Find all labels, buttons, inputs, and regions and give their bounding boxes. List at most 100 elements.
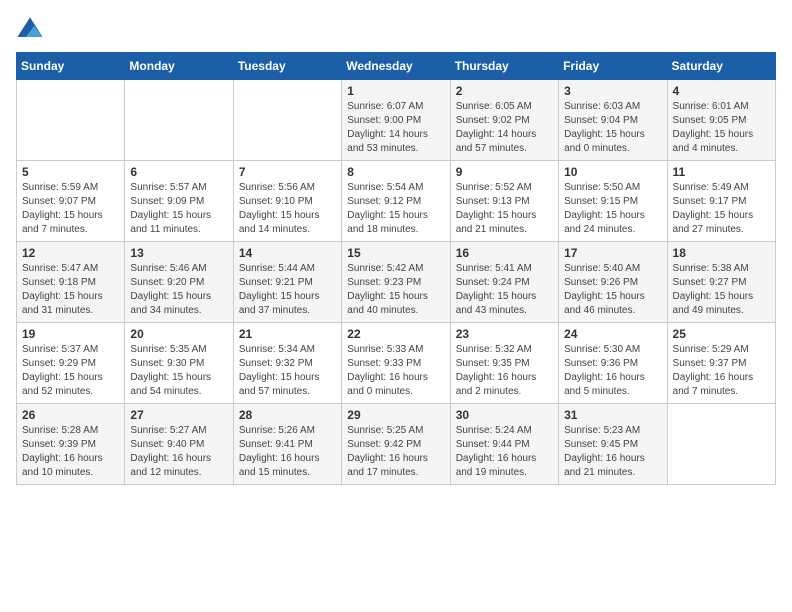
day-info: Sunrise: 5:37 AM Sunset: 9:29 PM Dayligh…: [22, 343, 119, 399]
day-number: 22: [347, 327, 444, 341]
header-cell-monday: Monday: [125, 53, 233, 80]
header-cell-sunday: Sunday: [17, 53, 125, 80]
day-number: 27: [130, 408, 227, 422]
day-cell: 28 Sunrise: 5:26 AM Sunset: 9:41 PM Dayli…: [233, 404, 341, 485]
day-number: 19: [22, 327, 119, 341]
day-number: 13: [130, 246, 227, 260]
day-info: Sunrise: 5:49 AM Sunset: 9:17 PM Dayligh…: [673, 181, 770, 237]
day-info: Sunrise: 5:27 AM Sunset: 9:40 PM Dayligh…: [130, 424, 227, 480]
day-cell: 17Sunrise: 5:40 AM Sunset: 9:26 PM Dayli…: [559, 242, 667, 323]
header: [16, 16, 776, 44]
header-cell-wednesday: Wednesday: [342, 53, 450, 80]
day-info: Sunrise: 5:26 AM Sunset: 9:41 PM Dayligh…: [239, 424, 336, 480]
day-number: 5: [22, 165, 119, 179]
day-cell: [667, 404, 775, 485]
day-cell: 10 Sunrise: 5:50 AM Sunset: 9:15 PM Dayli…: [559, 161, 667, 242]
day-number: 3: [564, 84, 661, 98]
day-cell: 22 Sunrise: 5:33 AM Sunset: 9:33 PM Dayli…: [342, 323, 450, 404]
header-cell-thursday: Thursday: [450, 53, 558, 80]
day-info: Sunrise: 5:57 AM Sunset: 9:09 PM Dayligh…: [130, 181, 227, 237]
logo-icon: [16, 16, 44, 44]
day-number: 26: [22, 408, 119, 422]
day-number: 15: [347, 246, 444, 260]
day-number: 25: [673, 327, 770, 341]
day-cell: [17, 80, 125, 161]
day-info: Sunrise: 5:59 AM Sunset: 9:07 PM Dayligh…: [22, 181, 119, 237]
day-cell: 5 Sunrise: 5:59 AM Sunset: 9:07 PM Daylig…: [17, 161, 125, 242]
day-cell: 16Sunrise: 5:41 AM Sunset: 9:24 PM Dayli…: [450, 242, 558, 323]
day-number: 6: [130, 165, 227, 179]
week-row-5: 26 Sunrise: 5:28 AM Sunset: 9:39 PM Dayli…: [17, 404, 776, 485]
day-number: 14: [239, 246, 336, 260]
day-number: 16: [456, 246, 553, 260]
day-cell: 25 Sunrise: 5:29 AM Sunset: 9:37 PM Dayli…: [667, 323, 775, 404]
header-cell-friday: Friday: [559, 53, 667, 80]
day-cell: 19 Sunrise: 5:37 AM Sunset: 9:29 PM Dayli…: [17, 323, 125, 404]
day-cell: 18 Sunrise: 5:38 AM Sunset: 9:27 PM Dayli…: [667, 242, 775, 323]
calendar-body: 1Sunrise: 6:07 AM Sunset: 9:00 PM Daylig…: [17, 80, 776, 485]
day-cell: [233, 80, 341, 161]
day-number: 2: [456, 84, 553, 98]
day-number: 9: [456, 165, 553, 179]
day-number: 29: [347, 408, 444, 422]
week-row-2: 5 Sunrise: 5:59 AM Sunset: 9:07 PM Daylig…: [17, 161, 776, 242]
day-cell: 20 Sunrise: 5:35 AM Sunset: 9:30 PM Dayli…: [125, 323, 233, 404]
day-info: Sunrise: 5:35 AM Sunset: 9:30 PM Dayligh…: [130, 343, 227, 399]
day-info: Sunrise: 5:54 AM Sunset: 9:12 PM Dayligh…: [347, 181, 444, 237]
day-info: Sunrise: 5:29 AM Sunset: 9:37 PM Dayligh…: [673, 343, 770, 399]
day-info: Sunrise: 5:28 AM Sunset: 9:39 PM Dayligh…: [22, 424, 119, 480]
day-cell: 6 Sunrise: 5:57 AM Sunset: 9:09 PM Daylig…: [125, 161, 233, 242]
day-cell: 14 Sunrise: 5:44 AM Sunset: 9:21 PM Dayli…: [233, 242, 341, 323]
day-number: 23: [456, 327, 553, 341]
day-number: 10: [564, 165, 661, 179]
day-number: 18: [673, 246, 770, 260]
day-cell: 31Sunrise: 5:23 AM Sunset: 9:45 PM Dayli…: [559, 404, 667, 485]
day-info: Sunrise: 5:34 AM Sunset: 9:32 PM Dayligh…: [239, 343, 336, 399]
day-number: 7: [239, 165, 336, 179]
day-info: Sunrise: 6:05 AM Sunset: 9:02 PM Dayligh…: [456, 100, 553, 156]
day-number: 17: [564, 246, 661, 260]
day-cell: 13 Sunrise: 5:46 AM Sunset: 9:20 PM Dayli…: [125, 242, 233, 323]
day-info: Sunrise: 5:44 AM Sunset: 9:21 PM Dayligh…: [239, 262, 336, 318]
day-number: 28: [239, 408, 336, 422]
day-cell: 15Sunrise: 5:42 AM Sunset: 9:23 PM Dayli…: [342, 242, 450, 323]
day-info: Sunrise: 5:52 AM Sunset: 9:13 PM Dayligh…: [456, 181, 553, 237]
day-cell: 27 Sunrise: 5:27 AM Sunset: 9:40 PM Dayli…: [125, 404, 233, 485]
day-number: 8: [347, 165, 444, 179]
day-cell: 23 Sunrise: 5:32 AM Sunset: 9:35 PM Dayli…: [450, 323, 558, 404]
day-cell: 3 Sunrise: 6:03 AM Sunset: 9:04 PM Daylig…: [559, 80, 667, 161]
day-info: Sunrise: 5:25 AM Sunset: 9:42 PM Dayligh…: [347, 424, 444, 480]
day-info: Sunrise: 5:46 AM Sunset: 9:20 PM Dayligh…: [130, 262, 227, 318]
day-info: Sunrise: 6:03 AM Sunset: 9:04 PM Dayligh…: [564, 100, 661, 156]
day-cell: 2 Sunrise: 6:05 AM Sunset: 9:02 PM Daylig…: [450, 80, 558, 161]
day-cell: 29 Sunrise: 5:25 AM Sunset: 9:42 PM Dayli…: [342, 404, 450, 485]
day-cell: 26 Sunrise: 5:28 AM Sunset: 9:39 PM Dayli…: [17, 404, 125, 485]
day-cell: 30Sunrise: 5:24 AM Sunset: 9:44 PM Dayli…: [450, 404, 558, 485]
day-cell: 21 Sunrise: 5:34 AM Sunset: 9:32 PM Dayli…: [233, 323, 341, 404]
day-number: 4: [673, 84, 770, 98]
day-cell: 7 Sunrise: 5:56 AM Sunset: 9:10 PM Daylig…: [233, 161, 341, 242]
day-number: 12: [22, 246, 119, 260]
day-cell: 8 Sunrise: 5:54 AM Sunset: 9:12 PM Daylig…: [342, 161, 450, 242]
day-number: 20: [130, 327, 227, 341]
day-number: 1: [347, 84, 444, 98]
day-number: 11: [673, 165, 770, 179]
calendar-header: SundayMondayTuesdayWednesdayThursdayFrid…: [17, 53, 776, 80]
week-row-1: 1Sunrise: 6:07 AM Sunset: 9:00 PM Daylig…: [17, 80, 776, 161]
day-number: 30: [456, 408, 553, 422]
header-row: SundayMondayTuesdayWednesdayThursdayFrid…: [17, 53, 776, 80]
day-cell: 24Sunrise: 5:30 AM Sunset: 9:36 PM Dayli…: [559, 323, 667, 404]
day-info: Sunrise: 5:56 AM Sunset: 9:10 PM Dayligh…: [239, 181, 336, 237]
week-row-4: 19 Sunrise: 5:37 AM Sunset: 9:29 PM Dayli…: [17, 323, 776, 404]
day-cell: 1Sunrise: 6:07 AM Sunset: 9:00 PM Daylig…: [342, 80, 450, 161]
day-cell: 4Sunrise: 6:01 AM Sunset: 9:05 PM Daylig…: [667, 80, 775, 161]
day-info: Sunrise: 5:50 AM Sunset: 9:15 PM Dayligh…: [564, 181, 661, 237]
day-cell: 11 Sunrise: 5:49 AM Sunset: 9:17 PM Dayli…: [667, 161, 775, 242]
day-info: Sunrise: 5:38 AM Sunset: 9:27 PM Dayligh…: [673, 262, 770, 318]
day-number: 21: [239, 327, 336, 341]
logo: [16, 16, 48, 44]
day-info: Sunrise: 5:47 AM Sunset: 9:18 PM Dayligh…: [22, 262, 119, 318]
day-info: Sunrise: 5:32 AM Sunset: 9:35 PM Dayligh…: [456, 343, 553, 399]
day-cell: 12 Sunrise: 5:47 AM Sunset: 9:18 PM Dayli…: [17, 242, 125, 323]
day-info: Sunrise: 5:33 AM Sunset: 9:33 PM Dayligh…: [347, 343, 444, 399]
